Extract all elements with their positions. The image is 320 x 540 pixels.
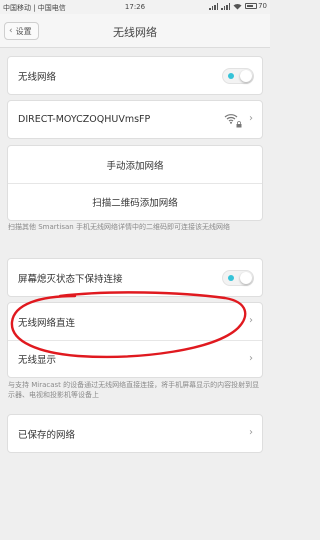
signal-icon-2	[221, 2, 231, 10]
wireless-display-label: 无线显示	[18, 355, 57, 366]
keep-on-row: 屏幕熄灭状态下保持连接	[8, 259, 262, 296]
wifi-toggle-card: 无线网络	[7, 56, 263, 95]
add-network-manual-label: 手动添加网络	[106, 160, 164, 172]
chevron-right-icon: ›	[249, 113, 253, 124]
toggle-knob	[240, 70, 252, 82]
network-ssid: DIRECT-MOYCZOQHUVmsFP	[18, 114, 151, 125]
keep-on-label: 屏幕熄灭状态下保持连接	[18, 273, 123, 285]
miracast-note: 与支持 Miracast 的设备通过无线网络直接连接，将手机屏幕显示的内容投射到…	[8, 381, 260, 399]
wifi-toggle-label: 无线网络	[18, 71, 57, 83]
chevron-right-icon: ›	[249, 427, 253, 438]
signal-icon	[209, 2, 219, 10]
page-title: 无线网络	[113, 26, 157, 39]
lock-icon	[236, 121, 242, 128]
toggle-on-indicator	[228, 275, 234, 281]
chevron-right-icon: ›	[249, 315, 253, 326]
scan-qr-label: 扫描二维码添加网络	[92, 198, 178, 209]
saved-networks-row[interactable]: 已保存的网络 ›	[8, 415, 262, 452]
chevron-right-icon: ›	[249, 353, 253, 364]
network-card: DIRECT-MOYCZOQHUVmsFP ›	[7, 100, 263, 139]
status-icons: 70	[209, 2, 267, 10]
keep-on-switch[interactable]	[222, 270, 254, 286]
add-network-manual-button[interactable]: 手动添加网络	[8, 146, 262, 183]
status-bar: 中国移动 | 中国电信 17:26 70	[0, 0, 270, 14]
toggle-on-indicator	[228, 73, 234, 79]
wifi-status-icon	[233, 3, 242, 9]
wifi-direct-label: 无线网络直连	[18, 317, 76, 329]
battery-level: 70	[258, 2, 267, 10]
saved-networks-card: 已保存的网络 ›	[7, 414, 263, 453]
wifi-toggle-switch[interactable]	[222, 68, 254, 84]
wifi-toggle-row: 无线网络	[8, 57, 262, 94]
saved-networks-label: 已保存的网络	[18, 429, 76, 441]
battery-icon: 70	[245, 2, 267, 10]
wireless-display-row[interactable]: 无线显示 ›	[8, 340, 262, 377]
scan-qr-button[interactable]: 扫描二维码添加网络	[8, 183, 262, 220]
add-network-card: 手动添加网络 扫描二维码添加网络	[7, 145, 263, 221]
keep-on-card: 屏幕熄灭状态下保持连接	[7, 258, 263, 297]
network-row[interactable]: DIRECT-MOYCZOQHUVmsFP ›	[8, 101, 262, 138]
nav-bar: ‹ 设置 无线网络	[0, 14, 270, 48]
wifi-direct-row[interactable]: 无线网络直连 ›	[8, 303, 262, 340]
direct-card: 无线网络直连 › 无线显示 ›	[7, 302, 263, 378]
qr-note: 扫描其他 Smartisan 手机无线网络详情中的二维码即可连接该无线网络	[8, 223, 230, 231]
toggle-knob	[240, 272, 252, 284]
